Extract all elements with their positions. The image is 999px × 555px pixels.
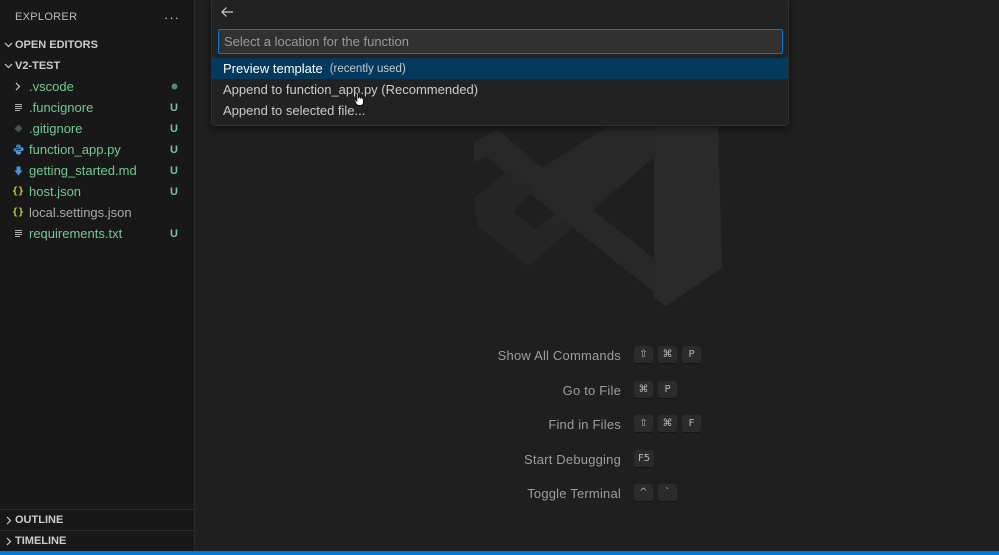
- tree-item-host-json[interactable]: {} host.json U: [0, 181, 194, 202]
- quick-pick-titlebar: [212, 0, 788, 26]
- quick-pick-input[interactable]: [218, 29, 783, 54]
- shortcut-go-to-file: Go to File ⌘ P: [0, 380, 999, 400]
- status-bar: [0, 551, 999, 555]
- key-p: P: [682, 346, 701, 364]
- vscode-logo-watermark: [474, 98, 722, 306]
- quick-pick-item-append-selected-file[interactable]: Append to selected file...: [212, 100, 788, 121]
- shortcut-label: Start Debugging: [524, 451, 621, 467]
- file-name: .vscode: [29, 79, 74, 94]
- chevron-right-icon: [2, 537, 15, 546]
- shortcut-keys: ⌘ P: [634, 381, 677, 399]
- modified-dot-icon: [171, 81, 178, 93]
- key-f: F: [682, 415, 701, 433]
- json-icon: {}: [11, 186, 25, 197]
- untracked-badge: U: [170, 227, 178, 240]
- tree-item-gitignore[interactable]: .gitignore U: [0, 118, 194, 139]
- explorer-header: EXPLORER ···: [0, 0, 194, 34]
- item-label: Append to selected file...: [223, 103, 366, 118]
- item-description: (recently used): [329, 62, 406, 75]
- shortcut-toggle-terminal: Toggle Terminal ^ `: [0, 483, 999, 503]
- shortcut-keys: ⇧ ⌘ P: [634, 346, 701, 364]
- diamond-icon: [10, 124, 26, 133]
- bottom-sections: OUTLINE TIMELINE: [0, 509, 194, 551]
- untracked-badge: U: [170, 143, 178, 156]
- tree-item-getting-started[interactable]: getting_started.md U: [0, 160, 194, 181]
- quick-pick-item-append-function-app[interactable]: Append to function_app.py (Recommended): [212, 79, 788, 100]
- key-shift: ⇧: [634, 346, 653, 364]
- shortcut-show-all-commands: Show All Commands ⇧ ⌘ P: [0, 345, 999, 365]
- quick-pick-item-preview-template[interactable]: Preview template (recently used): [212, 58, 788, 79]
- tree-item-vscode[interactable]: .vscode: [0, 76, 194, 97]
- chevron-down-icon: [2, 63, 15, 69]
- tree-item-local-settings[interactable]: {} local.settings.json: [0, 202, 194, 223]
- file-name: local.settings.json: [29, 205, 132, 220]
- lines-icon: [10, 229, 26, 238]
- key-shift: ⇧: [634, 415, 653, 433]
- untracked-badge: U: [170, 164, 178, 177]
- tree-item-function-app[interactable]: function_app.py U: [0, 139, 194, 160]
- untracked-badge: U: [170, 101, 178, 114]
- untracked-badge: U: [170, 122, 178, 135]
- shortcut-label: Show All Commands: [497, 347, 621, 363]
- hand-pointer-cursor-icon: [354, 92, 364, 106]
- back-arrow-icon[interactable]: [220, 4, 234, 22]
- json-icon: {}: [11, 207, 25, 218]
- shortcut-label: Toggle Terminal: [527, 485, 621, 501]
- tree-item-requirements[interactable]: requirements.txt U: [0, 223, 194, 244]
- shortcut-keys: ⇧ ⌘ F: [634, 415, 701, 433]
- shortcut-keys: ^ `: [634, 484, 677, 502]
- section-label: OUTLINE: [15, 514, 64, 526]
- untracked-badge: U: [170, 185, 178, 198]
- key-f5: F5: [634, 450, 655, 468]
- markdown-icon: [10, 166, 26, 176]
- section-folder-v2-test[interactable]: V2-TEST: [0, 55, 194, 76]
- quick-pick-widget: Preview template (recently used) Append …: [211, 0, 789, 126]
- chevron-down-icon: [2, 42, 15, 48]
- section-label: V2-TEST: [15, 59, 61, 72]
- lines-icon: [10, 103, 26, 112]
- section-label: OPEN EDITORS: [15, 38, 98, 51]
- key-p: P: [658, 381, 677, 399]
- key-cmd: ⌘: [658, 346, 677, 364]
- section-outline[interactable]: OUTLINE: [0, 509, 194, 530]
- explorer-title: EXPLORER: [15, 11, 78, 23]
- section-open-editors[interactable]: OPEN EDITORS: [0, 34, 194, 55]
- item-label: Append to function_app.py (Recommended): [223, 82, 479, 97]
- shortcut-start-debugging: Start Debugging F5: [0, 449, 999, 469]
- shortcut-label: Find in Files: [548, 416, 621, 432]
- more-actions-icon[interactable]: ···: [164, 10, 180, 25]
- section-timeline[interactable]: TIMELINE: [0, 530, 194, 551]
- quick-pick-list: Preview template (recently used) Append …: [212, 58, 788, 121]
- shortcut-label: Go to File: [562, 382, 621, 398]
- chevron-right-icon: [2, 516, 15, 525]
- item-label: Preview template: [223, 61, 323, 76]
- shortcut-find-in-files: Find in Files ⇧ ⌘ F: [0, 414, 999, 434]
- key-backtick: `: [658, 484, 677, 502]
- tree-item-funcignore[interactable]: .funcignore U: [0, 97, 194, 118]
- python-icon: [10, 144, 26, 155]
- key-ctrl: ^: [634, 484, 653, 502]
- shortcut-keys: F5: [634, 450, 655, 468]
- key-cmd: ⌘: [658, 415, 677, 433]
- key-cmd: ⌘: [634, 381, 653, 399]
- chevron-right-icon: [10, 82, 26, 91]
- section-label: TIMELINE: [15, 535, 67, 547]
